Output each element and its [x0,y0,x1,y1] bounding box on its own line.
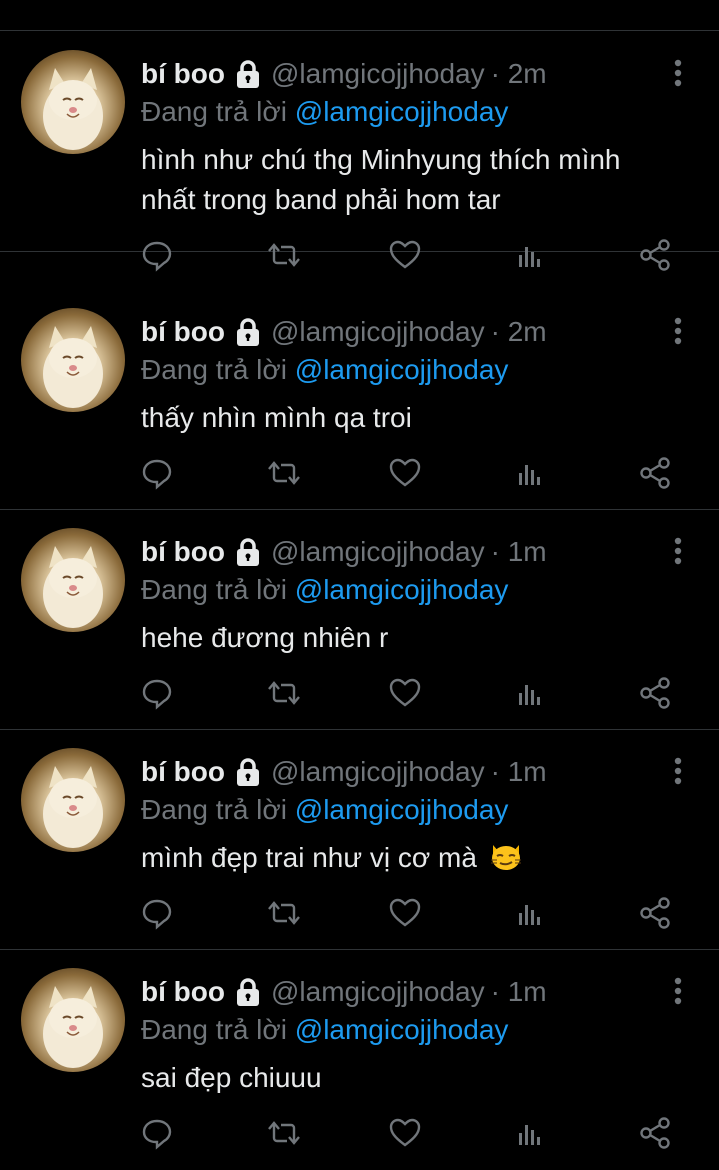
views-icon[interactable] [514,1116,548,1150]
avatar[interactable] [21,528,125,632]
like-icon[interactable] [388,896,422,930]
action-bar [0,238,719,278]
tweet[interactable]: bí boo @lamgicojjhoday · 1m Đang trả lời… [0,730,719,950]
divider [0,30,719,31]
more-options-icon[interactable] [671,316,685,346]
reply-context: Đang trả lời @lamgicojjhoday [141,1012,508,1048]
display-name[interactable]: bí boo [141,976,225,1008]
handle[interactable]: @lamgicojjhoday [271,756,485,788]
more-options-icon[interactable] [671,536,685,566]
like-icon[interactable] [388,1116,422,1150]
tweet-header: bí boo @lamgicojjhoday · 1m [141,532,547,572]
reply-prefix: Đang trả lời [141,574,295,605]
reply-icon[interactable] [140,1116,174,1150]
timestamp[interactable]: · 2m [491,58,547,90]
tweet-header: bí boo @lamgicojjhoday · 1m [141,752,547,792]
display-name[interactable]: bí boo [141,58,225,90]
handle[interactable]: @lamgicojjhoday [271,536,485,568]
tweet-text: hehe đương nhiên r [141,618,701,658]
timestamp[interactable]: · 2m [491,316,547,348]
tweet-text: sai đẹp chiuuu [141,1058,701,1098]
views-icon[interactable] [514,238,548,272]
tweet-text-line: mình đẹp trai như vị cơ mà [141,842,477,873]
action-bar [0,456,719,496]
avatar[interactable] [21,968,125,1072]
views-icon[interactable] [514,456,548,490]
reply-mention[interactable]: @lamgicojjhoday [295,574,509,605]
reply-icon[interactable] [140,676,174,710]
tweet-text: hình như chú thg Minhyung thích mình nhấ… [141,140,701,220]
tweet-header: bí boo @lamgicojjhoday · 1m [141,972,547,1012]
reply-icon[interactable] [140,238,174,272]
like-icon[interactable] [388,456,422,490]
smirking-cat-emoji-icon [489,839,523,873]
tweet[interactable]: bí boo @lamgicojjhoday · 1m Đang trả lời… [0,950,719,1170]
handle[interactable]: @lamgicojjhoday [271,976,485,1008]
tweet[interactable]: bí boo @lamgicojjhoday · 2m Đang trả lời… [0,290,719,510]
reply-mention[interactable]: @lamgicojjhoday [295,1014,509,1045]
retweet-icon[interactable] [267,896,301,930]
share-icon[interactable] [638,238,672,272]
reply-icon[interactable] [140,456,174,490]
timestamp[interactable]: · 1m [491,756,547,788]
lock-icon [233,59,263,89]
handle[interactable]: @lamgicojjhoday [271,316,485,348]
more-options-icon[interactable] [671,976,685,1006]
avatar[interactable] [21,748,125,852]
reply-context: Đang trả lời @lamgicojjhoday [141,792,508,828]
views-icon[interactable] [514,896,548,930]
avatar[interactable] [21,50,125,154]
tweet-text-line: sai đẹp chiuuu [141,1062,322,1093]
reply-prefix: Đang trả lời [141,354,295,385]
views-icon[interactable] [514,676,548,710]
more-options-icon[interactable] [671,58,685,88]
reply-prefix: Đang trả lời [141,1014,295,1045]
reply-mention[interactable]: @lamgicojjhoday [295,354,509,385]
share-icon[interactable] [638,1116,672,1150]
tweet-header: bí boo @lamgicojjhoday · 2m [141,312,547,352]
tweet[interactable]: bí boo @lamgicojjhoday · 1m Đang trả lời… [0,510,719,730]
retweet-icon[interactable] [267,238,301,272]
reply-mention[interactable]: @lamgicojjhoday [295,96,509,127]
share-icon[interactable] [638,676,672,710]
share-icon[interactable] [638,896,672,930]
lock-icon [233,977,263,1007]
action-bar [0,676,719,716]
tweet-feed: bí boo @lamgicojjhoday · 2m Đang trả lời… [0,0,719,1170]
like-icon[interactable] [388,238,422,272]
like-icon[interactable] [388,676,422,710]
retweet-icon[interactable] [267,1116,301,1150]
timestamp[interactable]: · 1m [491,536,547,568]
reply-context: Đang trả lời @lamgicojjhoday [141,94,508,130]
display-name[interactable]: bí boo [141,536,225,568]
retweet-icon[interactable] [267,456,301,490]
reply-context: Đang trả lời @lamgicojjhoday [141,352,508,388]
timestamp[interactable]: · 1m [491,976,547,1008]
lock-icon [233,317,263,347]
tweet-header: bí boo @lamgicojjhoday · 2m [141,54,547,94]
tweet-text-line: nhất trong band phải hom tar [141,184,501,215]
tweet[interactable]: bí boo @lamgicojjhoday · 2m Đang trả lời… [0,32,719,272]
lock-icon [233,537,263,567]
tweet-text-line: hehe đương nhiên r [141,622,389,653]
reply-prefix: Đang trả lời [141,96,295,127]
more-options-icon[interactable] [671,756,685,786]
tweet-text: thấy nhìn mình qa troi [141,398,701,438]
display-name[interactable]: bí boo [141,316,225,348]
retweet-icon[interactable] [267,676,301,710]
reply-prefix: Đang trả lời [141,794,295,825]
reply-mention[interactable]: @lamgicojjhoday [295,794,509,825]
tweet-text-line: hình như chú thg Minhyung thích mình [141,144,621,175]
reply-icon[interactable] [140,896,174,930]
action-bar [0,896,719,936]
tweet-text: mình đẹp trai như vị cơ mà [141,838,701,878]
tweet-text-line: thấy nhìn mình qa troi [141,402,412,433]
share-icon[interactable] [638,456,672,490]
reply-context: Đang trả lời @lamgicojjhoday [141,572,508,608]
handle[interactable]: @lamgicojjhoday [271,58,485,90]
lock-icon [233,757,263,787]
display-name[interactable]: bí boo [141,756,225,788]
avatar[interactable] [21,308,125,412]
action-bar [0,1116,719,1156]
